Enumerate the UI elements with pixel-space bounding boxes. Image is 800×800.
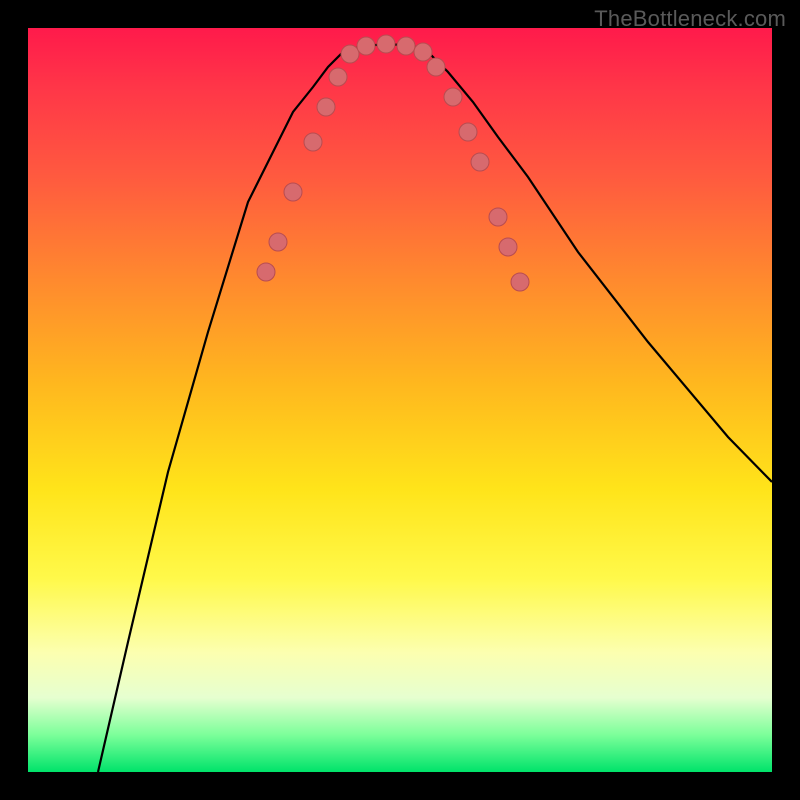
data-dot [471, 153, 489, 171]
chart-frame: TheBottleneck.com [0, 0, 800, 800]
data-dot [317, 98, 335, 116]
plot-area [28, 28, 772, 772]
data-dot [511, 273, 529, 291]
data-dot [414, 43, 432, 61]
curve-group [98, 44, 772, 772]
data-dot [357, 37, 375, 55]
data-dot [257, 263, 275, 281]
data-dot [329, 68, 347, 86]
curve-svg [28, 28, 772, 772]
data-dot [377, 35, 395, 53]
data-dot [444, 88, 462, 106]
data-dot [269, 233, 287, 251]
bottleneck-curve [98, 44, 772, 772]
data-dot [341, 45, 359, 63]
data-dot [427, 58, 445, 76]
data-dot [304, 133, 322, 151]
data-dot [499, 238, 517, 256]
dots-group [257, 35, 529, 291]
data-dot [459, 123, 477, 141]
data-dot [397, 37, 415, 55]
data-dot [284, 183, 302, 201]
data-dot [489, 208, 507, 226]
